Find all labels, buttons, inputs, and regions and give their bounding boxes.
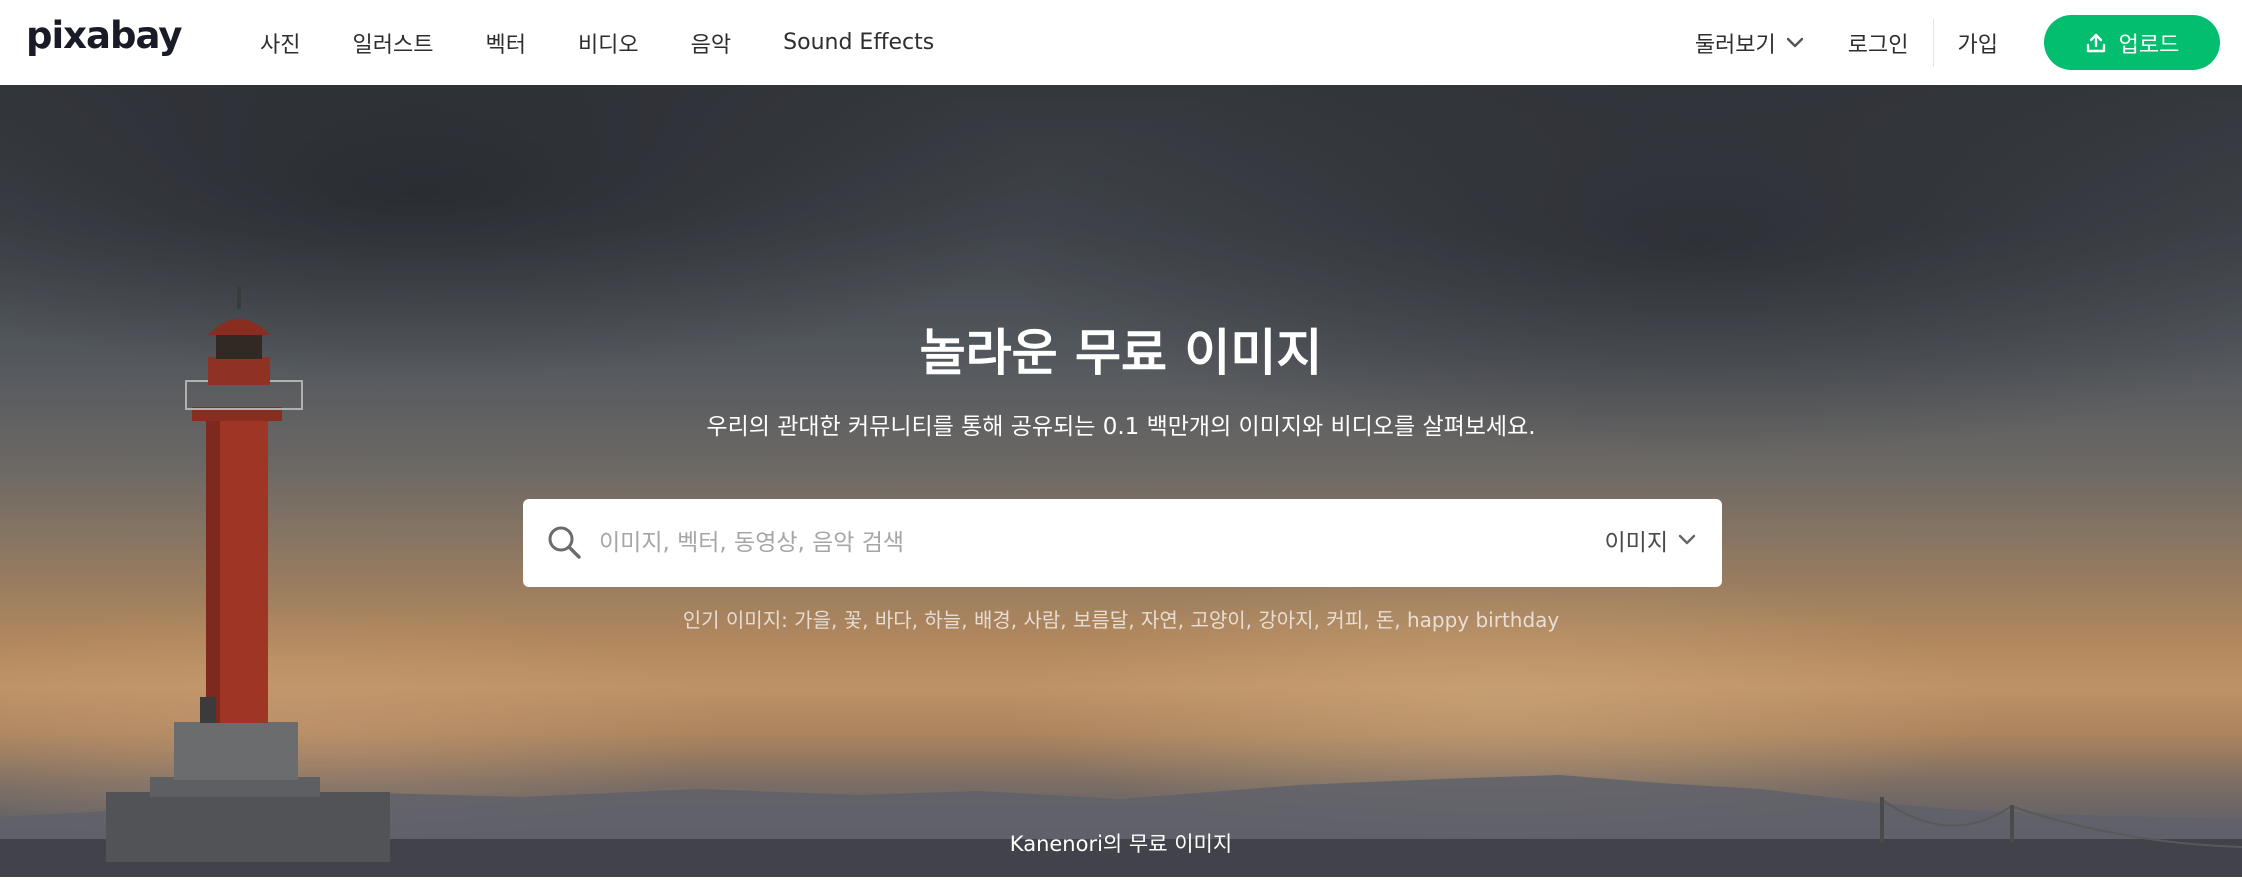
popular-tag[interactable]: 돈 [1376,608,1394,632]
popular-tag[interactable]: 자연 [1141,608,1178,632]
nav-sound-effects[interactable]: Sound Effects [783,30,934,55]
login-link[interactable]: 로그인 [1848,27,1909,59]
hero-title: 놀라운 무료 이미지 [919,324,1323,382]
nav-illustrations[interactable]: 일러스트 [352,27,433,59]
popular-tag[interactable]: 꽃 [844,608,862,632]
search-type-select[interactable]: 이미지 [1605,523,1696,557]
image-credit-link[interactable]: Kanenori의 무료 이미지 [0,828,2242,858]
popular-tag[interactable]: 보름달 [1073,608,1128,632]
nav-videos[interactable]: 비디오 [578,27,639,59]
explore-label: 둘러보기 [1694,32,1776,58]
search-bar: 이미지 [523,499,1722,587]
hero-overlay [0,85,2242,877]
chevron-down-icon [1786,37,1803,47]
header-divider [1932,18,1934,67]
hero-subtitle: 우리의 관대한 커뮤니티를 통해 공유되는 0.1 백만개의 이미지와 비디오를… [706,414,1536,440]
popular-tag[interactable]: 바다 [875,608,912,632]
header-actions: 둘러보기 로그인 가입 업로드 [1695,0,2242,85]
search-type-label: 이미지 [1604,530,1668,556]
popular-tag[interactable]: 사람 [1023,608,1060,632]
page-content-start [0,877,2242,892]
pixabay-logo[interactable]: pixabay [26,14,182,57]
upload-label: 업로드 [2118,32,2180,58]
nav-photos[interactable]: 사진 [260,27,300,59]
popular-tag[interactable]: 배경 [974,608,1011,632]
popular-tag[interactable]: 커피 [1326,608,1363,632]
upload-icon [2086,33,2105,52]
search-icon[interactable] [545,523,585,563]
search-input[interactable] [599,517,1459,569]
hero-banner: 놀라운 무료 이미지 우리의 관대한 커뮤니티를 통해 공유되는 0.1 백만개… [0,85,2242,877]
top-header: pixabay 사진 일러스트 벡터 비디오 음악 Sound Effects … [0,0,2242,85]
popular-tag[interactable]: 고양이 [1190,608,1245,632]
join-link[interactable]: 가입 [1958,27,1998,59]
chevron-down-icon [1678,534,1696,545]
popular-searches: 인기 이미지: 가을, 꽃, 바다, 하늘, 배경, 사람, 보름달, 자연, … [682,608,1560,632]
nav-music[interactable]: 음악 [691,27,731,59]
nav-vectors[interactable]: 벡터 [485,27,525,59]
popular-tag[interactable]: 가을 [794,608,831,632]
popular-tag[interactable]: 강아지 [1258,608,1313,632]
upload-button[interactable]: 업로드 [2044,15,2220,70]
popular-tag[interactable]: happy birthday [1407,608,1559,632]
popular-tag[interactable]: 하늘 [924,608,961,632]
popular-label: 인기 이미지: [682,608,788,632]
main-nav: 사진 일러스트 벡터 비디오 음악 Sound Effects [260,0,986,85]
explore-menu[interactable]: 둘러보기 [1695,27,1804,59]
